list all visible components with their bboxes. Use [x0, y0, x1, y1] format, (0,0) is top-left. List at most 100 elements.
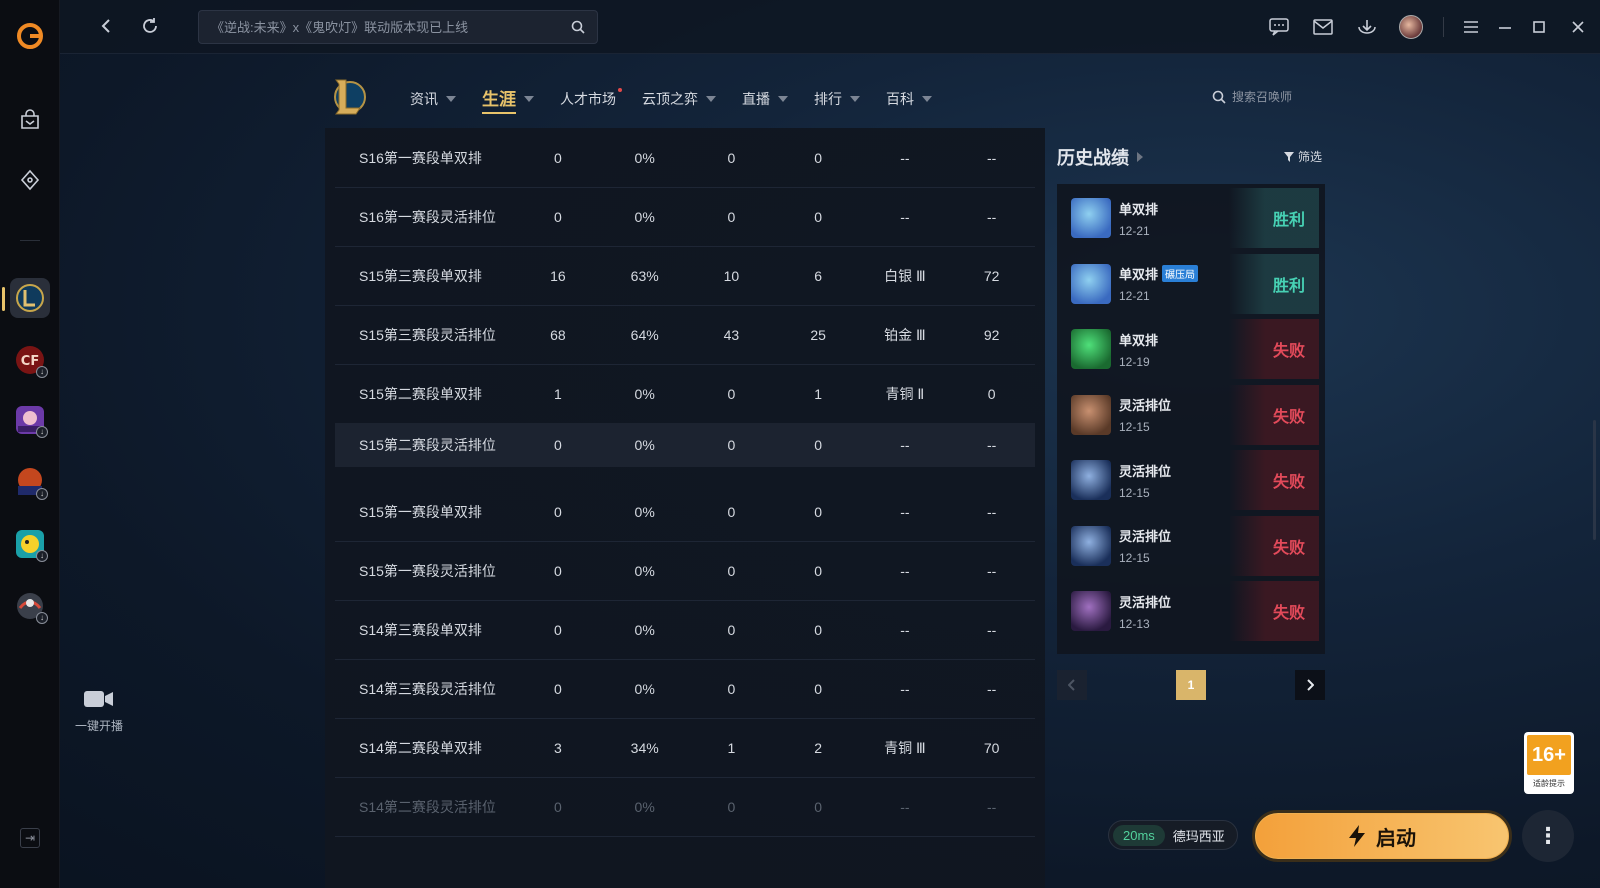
wegame-logo-icon[interactable]: [10, 16, 50, 56]
match-item[interactable]: 单双排 12-21 胜利: [1063, 188, 1319, 248]
next-page-icon[interactable]: [1295, 670, 1325, 700]
stat-cell: 白银 Ⅲ: [884, 267, 926, 284]
scrollbar[interactable]: [1593, 420, 1596, 540]
stat-cell: 0: [727, 208, 736, 225]
match-date: 12-19: [1119, 354, 1150, 369]
back-icon[interactable]: [94, 14, 118, 38]
game-racing-icon[interactable]: ↓: [10, 586, 50, 626]
launch-button[interactable]: 启动: [1252, 810, 1512, 862]
download-manager-icon[interactable]: [1345, 0, 1389, 54]
match-date: 12-21: [1119, 223, 1150, 238]
lol-logo[interactable]: [330, 76, 366, 118]
tab-live[interactable]: 直播: [742, 82, 788, 116]
stat-cell: 铂金 Ⅲ: [884, 326, 926, 343]
table-row: S14第二赛段单双排 3 34% 1 2 青铜 Ⅲ 70: [335, 718, 1035, 778]
match-result: 失败: [1229, 515, 1319, 576]
match-item[interactable]: 单双排 12-19 失败: [1063, 319, 1319, 379]
tab-label: 百科: [886, 91, 914, 107]
history-pager: 1: [1057, 670, 1325, 700]
stat-cell: --: [987, 621, 997, 638]
match-item[interactable]: 灵活排位 12-15 失败: [1063, 515, 1319, 576]
game-crossfire-icon[interactable]: CF ↓: [10, 340, 50, 380]
page-number[interactable]: 1: [1176, 670, 1206, 700]
match-tag-badge: 碾压局: [1162, 265, 1199, 282]
champion-portrait: [1071, 329, 1111, 369]
lightning-icon: [1349, 825, 1365, 847]
server-selector[interactable]: 20ms 德玛西亚: [1108, 820, 1238, 850]
stat-cell: 0: [814, 680, 823, 697]
season-name-cell: S16第一赛段单双排: [359, 149, 482, 166]
close-icon[interactable]: [1556, 0, 1600, 54]
game-anime-icon[interactable]: ↓: [10, 400, 50, 440]
match-mode: 单双排: [1119, 199, 1229, 218]
stat-cell: 0%: [634, 437, 655, 453]
stat-cell: 0: [727, 798, 736, 815]
champion-portrait: [1071, 460, 1111, 500]
chat-icon[interactable]: [1257, 0, 1301, 54]
filter-button[interactable]: 筛选: [1284, 148, 1322, 165]
match-item[interactable]: 灵活排位 12-15 失败: [1063, 450, 1319, 510]
match-mode-label: 单双排: [1119, 267, 1159, 282]
stat-cell: 0%: [634, 149, 655, 166]
tab-tft[interactable]: 云顶之弈: [642, 82, 716, 116]
game-nba-icon[interactable]: ↓: [10, 462, 50, 502]
match-mode: 灵活排位: [1119, 592, 1229, 611]
store-bag-icon[interactable]: [10, 100, 50, 140]
stat-cell: 0: [554, 208, 562, 225]
match-result: 失败: [1229, 384, 1319, 445]
match-item[interactable]: 灵活排位 12-15 失败: [1063, 384, 1319, 445]
match-date: 12-15: [1119, 551, 1150, 565]
summoner-search-placeholder: 搜索召唤师: [1232, 90, 1293, 104]
tab-label: 生涯: [482, 85, 516, 114]
go-live-button[interactable]: 一键开播: [66, 688, 132, 734]
stat-cell: 34%: [630, 739, 659, 756]
collapse-sidebar-icon[interactable]: ⇥: [20, 828, 40, 848]
history-title[interactable]: 历史战绩: [1057, 144, 1143, 170]
prev-page-icon[interactable]: [1057, 670, 1087, 700]
tab-ranking[interactable]: 排行: [814, 82, 860, 116]
top-bar: [60, 0, 1600, 54]
menu-icon[interactable]: [1454, 0, 1488, 54]
tab-label: 资讯: [410, 91, 438, 107]
search-icon[interactable]: [571, 20, 585, 34]
stat-cell: 0: [727, 503, 736, 520]
stat-cell: 0: [814, 503, 823, 520]
active-indicator: [2, 287, 5, 311]
tab-career[interactable]: 生涯: [482, 82, 534, 116]
tab-label: 人才市场: [560, 91, 616, 107]
refresh-icon[interactable]: [138, 14, 162, 38]
more-options-icon[interactable]: ⋮: [1522, 810, 1574, 862]
discover-icon[interactable]: [10, 160, 50, 200]
match-result: 失败: [1229, 581, 1319, 641]
global-search[interactable]: [198, 10, 598, 44]
tab-talent-market[interactable]: 人才市场: [560, 82, 622, 116]
stat-cell: 43: [723, 326, 740, 343]
maximize-icon[interactable]: [1522, 0, 1556, 54]
stat-cell: 0: [554, 680, 562, 697]
season-name-cell: S15第二赛段单双排: [359, 385, 482, 402]
stat-cell: 72: [983, 267, 1000, 284]
stat-cell: 3: [554, 739, 562, 756]
game-lol-icon[interactable]: [10, 278, 50, 318]
chevron-right-icon: [1137, 152, 1143, 162]
season-name-cell: S15第一赛段灵活排位: [359, 562, 496, 579]
stat-cell: 0%: [634, 798, 655, 815]
tab-wiki[interactable]: 百科: [886, 82, 932, 116]
minimize-icon[interactable]: [1488, 0, 1522, 54]
user-avatar[interactable]: [1389, 0, 1433, 54]
match-mode: 单双排 碾压局: [1119, 264, 1229, 283]
stat-cell: 0: [814, 437, 823, 453]
mail-icon[interactable]: [1301, 0, 1345, 54]
go-live-label: 一键开播: [74, 719, 123, 733]
match-item[interactable]: 灵活排位 12-13 失败: [1063, 581, 1319, 641]
match-item[interactable]: 单双排 碾压局 12-21 胜利: [1063, 253, 1319, 314]
tab-news[interactable]: 资讯: [410, 82, 456, 116]
stat-cell: 1: [814, 385, 823, 402]
champion-portrait: [1071, 263, 1111, 304]
stat-cell: --: [900, 798, 910, 815]
tab-label: 直播: [742, 91, 770, 107]
table-row: S15第三赛段单双排 16 63% 10 6 白银 Ⅲ 72: [335, 246, 1035, 306]
search-input[interactable]: [211, 19, 571, 35]
game-qq-icon[interactable]: ↓: [10, 524, 50, 564]
summoner-search[interactable]: 搜索召唤师: [1212, 88, 1292, 105]
